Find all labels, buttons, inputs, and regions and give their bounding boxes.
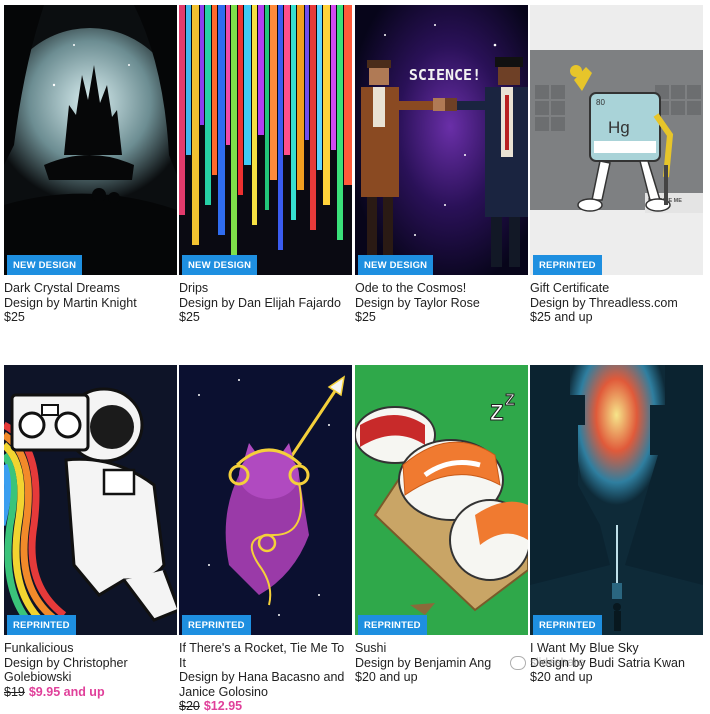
- product-designer[interactable]: Design by Hana Bacasno and: [179, 670, 352, 685]
- product-price: $25: [179, 310, 200, 324]
- product-designer[interactable]: Design by Dan Elijah Fajardo: [179, 296, 352, 311]
- sale-price: $12.95: [203, 699, 243, 713]
- product-price: $25 and up: [530, 310, 593, 324]
- product-card-funkalicious[interactable]: REPRINTED Funkalicious Design by Christo…: [4, 365, 177, 699]
- sushi-artwork: Z Z: [355, 365, 528, 635]
- product-card-rocket[interactable]: REPRINTED If There's a Rocket, Tie Me To…: [179, 365, 352, 714]
- drips-artwork: [179, 5, 352, 275]
- science-text: SCIENCE!: [409, 66, 481, 84]
- original-price: $20: [179, 699, 200, 713]
- product-card-sushi[interactable]: Z Z REPRINTED Sushi Design by Benjamin A…: [355, 365, 528, 685]
- product-title[interactable]: If There's a Rocket, Tie Me To It: [179, 641, 352, 670]
- product-designer[interactable]: Design by Benjamin Ang: [355, 656, 528, 671]
- product-designer[interactable]: Design by Threadless.com: [530, 296, 703, 311]
- product-image[interactable]: REPRINTED: [179, 365, 352, 635]
- dark-crystal-artwork: [4, 5, 177, 275]
- product-title[interactable]: Sushi: [355, 641, 528, 656]
- product-designer-continued[interactable]: Janice Golosino: [179, 685, 352, 700]
- product-card-gift-certificate[interactable]: FREDDIE ME 80 Hg REPRINTED Gift Certific…: [530, 5, 703, 325]
- product-image[interactable]: NEW DESIGN: [179, 5, 352, 275]
- blue-sky-artwork: [530, 365, 703, 635]
- sale-price: $9.95 and up: [28, 684, 105, 699]
- product-image[interactable]: SCIENCE! NEW DESIGN: [355, 5, 528, 275]
- product-image[interactable]: Z Z REPRINTED: [355, 365, 528, 635]
- new-design-badge: NEW DESIGN: [358, 255, 434, 275]
- product-designer[interactable]: Design by Martin Knight: [4, 296, 177, 311]
- reprinted-badge: REPRINTED: [533, 615, 602, 635]
- product-card-blue-sky[interactable]: REPRINTED I Want My Blue Sky Design by B…: [530, 365, 703, 685]
- element-number: 80: [596, 98, 605, 107]
- product-title[interactable]: Drips: [179, 281, 352, 296]
- product-title[interactable]: Ode to the Cosmos!: [355, 281, 528, 296]
- product-image[interactable]: NEW DESIGN: [4, 5, 177, 275]
- product-price: $25: [4, 310, 25, 324]
- product-price: $19 $9.95 and up: [4, 685, 177, 700]
- product-card-dark-crystal-dreams[interactable]: NEW DESIGN Dark Crystal Dreams Design by…: [4, 5, 177, 325]
- reprinted-badge: REPRINTED: [182, 615, 251, 635]
- reprinted-badge: REPRINTED: [7, 615, 76, 635]
- product-price: $20 $12.95: [179, 699, 352, 714]
- product-image[interactable]: REPRINTED: [4, 365, 177, 635]
- product-designer-continued[interactable]: Golebiowski: [4, 670, 177, 685]
- funkalicious-artwork: [4, 365, 177, 635]
- original-price: $19: [4, 684, 25, 699]
- product-price: $20 and up: [355, 670, 418, 684]
- product-title[interactable]: I Want My Blue Sky: [530, 641, 703, 656]
- product-price: $25: [355, 310, 376, 324]
- product-designer[interactable]: Design by Christopher: [4, 656, 177, 671]
- product-title[interactable]: Funkalicious: [4, 641, 177, 656]
- svg-text:Z: Z: [505, 392, 515, 409]
- cosmos-artwork: SCIENCE!: [355, 5, 528, 275]
- product-designer[interactable]: Design by Taylor Rose: [355, 296, 528, 311]
- product-price: $20 and up: [530, 670, 593, 684]
- product-title[interactable]: Gift Certificate: [530, 281, 703, 296]
- rocket-cat-artwork: [179, 365, 352, 635]
- new-design-badge: NEW DESIGN: [7, 255, 83, 275]
- new-design-badge: NEW DESIGN: [182, 255, 258, 275]
- reprinted-badge: REPRINTED: [358, 615, 427, 635]
- hg-text: Hg: [608, 118, 630, 137]
- product-grid: NEW DESIGN Dark Crystal Dreams Design by…: [0, 0, 710, 713]
- product-card-ode-to-the-cosmos[interactable]: SCIENCE! NEW DESIGN Ode to the Cosmos! D…: [355, 5, 528, 325]
- product-image[interactable]: FREDDIE ME 80 Hg REPRINTED: [530, 5, 703, 275]
- product-title[interactable]: Dark Crystal Dreams: [4, 281, 177, 296]
- reprinted-badge: REPRINTED: [533, 255, 602, 275]
- gift-certificate-artwork: FREDDIE ME 80 Hg: [530, 5, 703, 275]
- svg-text:Z: Z: [490, 400, 503, 425]
- product-card-drips[interactable]: NEW DESIGN Drips Design by Dan Elijah Fa…: [179, 5, 352, 325]
- product-image[interactable]: REPRINTED: [530, 365, 703, 635]
- product-designer[interactable]: Design by Budi Satria Kwan: [530, 656, 703, 671]
